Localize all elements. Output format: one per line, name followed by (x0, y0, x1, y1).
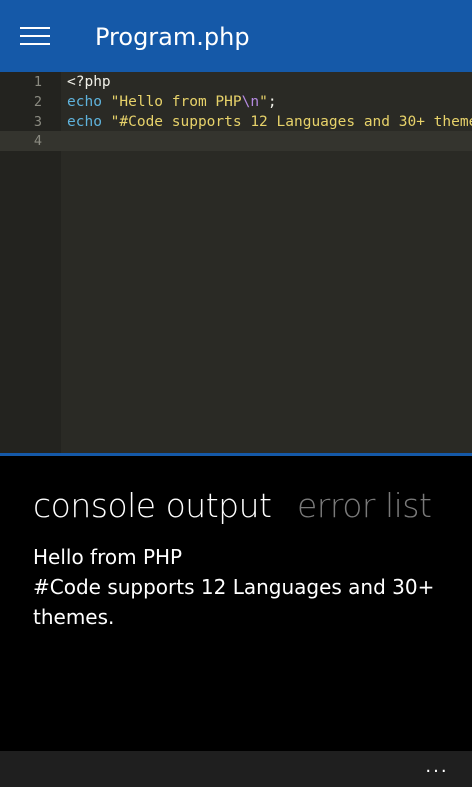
page-title: Program.php (95, 23, 250, 51)
app-bar: ... (0, 751, 472, 787)
current-line-highlight (0, 131, 472, 151)
more-options-icon[interactable]: ... (422, 755, 452, 779)
code-line[interactable]: echo "Hello from PHP\n"; (67, 92, 277, 112)
code-token-plain: <?php (67, 74, 111, 90)
code-editor[interactable]: 1 2 3 4 <?php echo "Hello from PHP\n"; e… (0, 72, 472, 453)
output-line: #Code supports 12 Languages and 30+ them… (33, 575, 435, 629)
line-number: 2 (33, 94, 42, 110)
console-panel: console output error list Hello from PHP… (0, 456, 472, 751)
header-bar: Program.php (0, 0, 472, 72)
code-token-string: "Hello from PHP (110, 94, 242, 110)
tab-error-list[interactable]: error list (297, 486, 432, 526)
output-line: Hello from PHP (33, 545, 183, 569)
code-token-keyword: echo (67, 114, 102, 130)
line-number: 3 (33, 114, 42, 130)
console-output-text: Hello from PHP #Code supports 12 Languag… (33, 542, 453, 632)
code-token-plain: ; (267, 94, 277, 110)
hamburger-menu-icon[interactable] (20, 26, 50, 46)
line-number: 1 (33, 74, 42, 90)
code-token-string: "#Code supports 12 Languages and 30+ the… (110, 114, 472, 130)
tab-console-output[interactable]: console output (33, 486, 272, 526)
code-line[interactable]: echo "#Code supports 12 Languages and 30… (67, 112, 472, 132)
line-number: 4 (33, 133, 42, 149)
code-token-string: " (259, 94, 268, 110)
code-token-escape: \n (241, 94, 260, 110)
app-window: Program.php 1 2 3 4 <?php echo "Hello fr… (0, 0, 472, 787)
code-token-keyword: echo (67, 94, 102, 110)
code-line[interactable]: <?php (67, 72, 111, 92)
